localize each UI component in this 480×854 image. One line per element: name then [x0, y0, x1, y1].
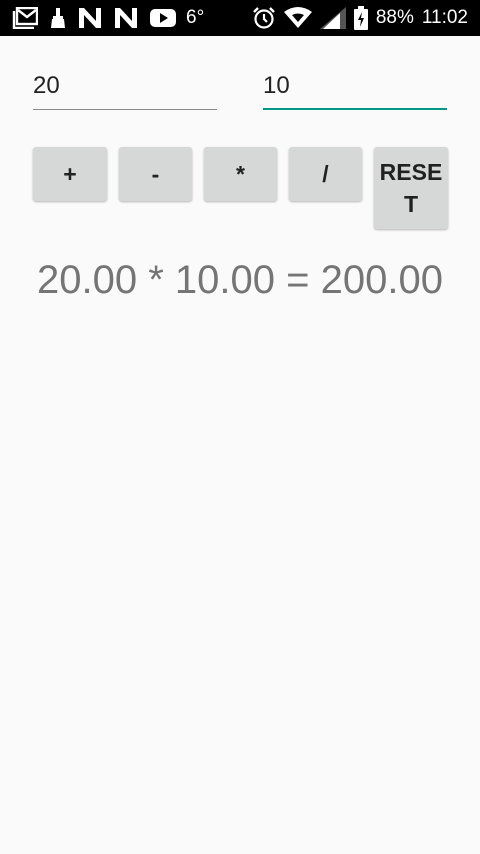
status-bar: 6° 88% 11:02 — [0, 0, 480, 36]
youtube-icon — [150, 8, 176, 28]
gmail-icon — [12, 7, 38, 29]
divide-button[interactable]: / — [289, 147, 362, 201]
reset-button[interactable]: RESET — [374, 147, 448, 229]
second-number-input[interactable] — [263, 66, 447, 106]
first-number-input[interactable] — [33, 66, 217, 106]
battery-charging-icon — [353, 6, 368, 30]
second-number-field[interactable] — [263, 66, 447, 110]
multiply-button[interactable]: * — [204, 147, 277, 201]
subtract-button[interactable]: - — [119, 147, 192, 201]
first-number-underline — [33, 109, 217, 110]
n-icon — [78, 7, 102, 29]
alarm-icon — [252, 6, 276, 30]
wifi-icon — [283, 7, 312, 29]
clock-time: 11:02 — [421, 7, 468, 28]
add-button[interactable]: + — [33, 147, 107, 201]
status-bar-system: 88% 11:02 — [244, 6, 468, 30]
battery-percentage: 88% — [375, 7, 414, 28]
signal-icon — [319, 7, 346, 29]
temperature-text: 6° — [186, 7, 205, 28]
n-icon — [114, 7, 138, 29]
result-text: 20.00 * 10.00 = 200.00 — [37, 258, 443, 302]
status-bar-notifications: 6° — [12, 6, 216, 30]
second-number-underline — [263, 108, 447, 110]
first-number-field[interactable] — [33, 66, 217, 110]
cleaner-icon — [50, 7, 66, 29]
